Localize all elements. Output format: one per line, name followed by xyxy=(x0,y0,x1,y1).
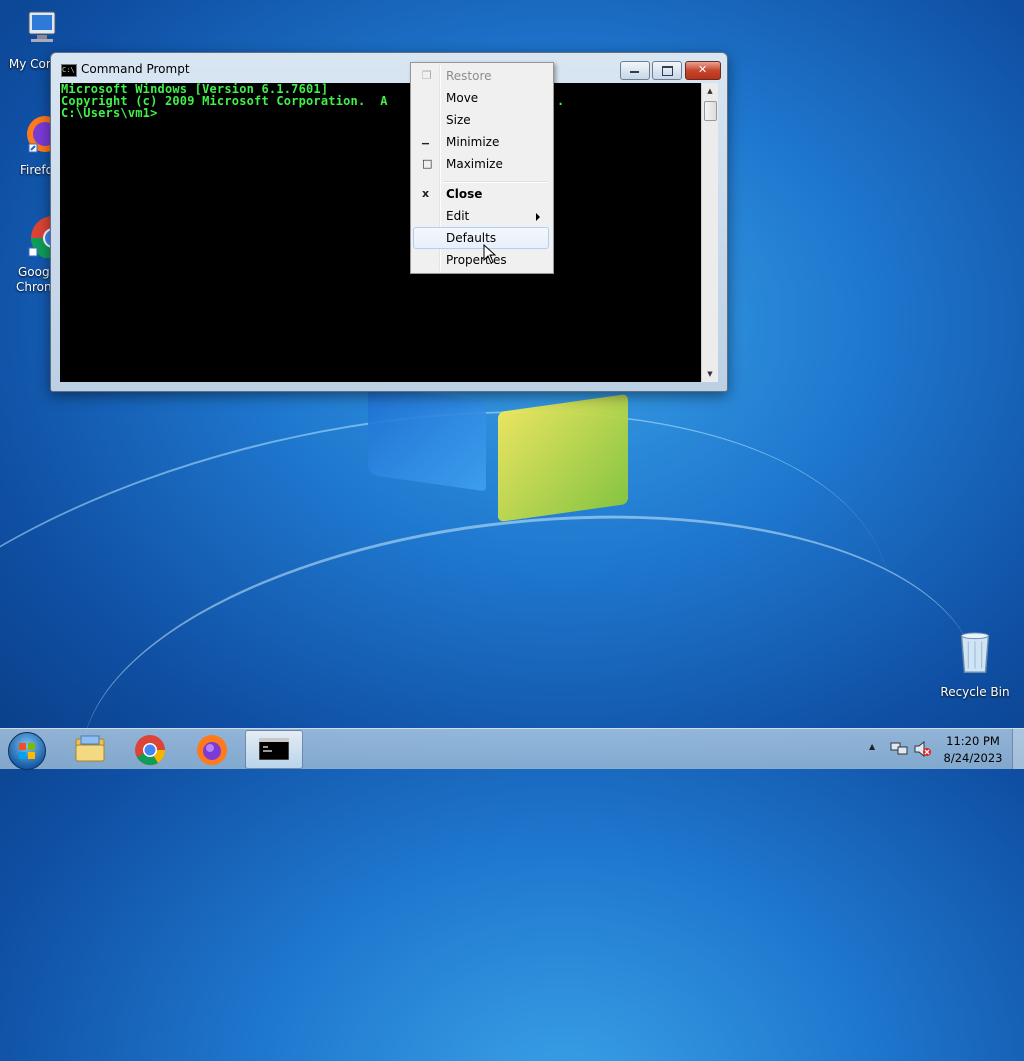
scroll-down-arrow-icon[interactable]: ▼ xyxy=(702,366,718,382)
restore-icon: ❐ xyxy=(422,69,432,82)
menu-item-label: Minimize xyxy=(446,135,500,149)
taskbar-google-chrome[interactable] xyxy=(122,730,178,767)
taskbar-windows-explorer[interactable] xyxy=(62,730,118,767)
menu-item-label: Defaults xyxy=(446,231,497,245)
menu-item-move[interactable]: Move xyxy=(413,87,549,109)
minimize-icon xyxy=(630,71,639,73)
window-title: Command Prompt xyxy=(81,62,190,76)
menu-item-label: Move xyxy=(446,91,479,105)
desktop-icon-label: Recycle Bin xyxy=(940,685,1010,699)
folder-icon xyxy=(75,735,105,762)
vertical-scrollbar[interactable]: ▲ ▼ xyxy=(701,83,718,382)
window-titlebar[interactable]: C:\ Command Prompt ✕ xyxy=(51,53,727,83)
menu-item-minimize[interactable]: ▁ Minimize xyxy=(413,131,549,153)
network-icon[interactable] xyxy=(890,741,908,757)
minimize-icon: ▁ xyxy=(422,135,429,145)
firefox-icon xyxy=(197,735,227,765)
menu-item-size[interactable]: Size xyxy=(413,109,549,131)
icon-text: C:\ xyxy=(62,66,75,74)
maximize-icon: □ xyxy=(422,157,433,170)
menu-item-label: Restore xyxy=(446,69,492,83)
taskbar-command-prompt[interactable] xyxy=(245,730,303,769)
show-hidden-icons-button[interactable]: ▲ xyxy=(869,742,875,751)
start-button[interactable] xyxy=(8,732,46,770)
console-line-tail: . xyxy=(557,94,565,108)
console-output[interactable]: Microsoft Windows [Version 6.1.7601] Cop… xyxy=(60,83,701,382)
menu-item-edit[interactable]: Edit xyxy=(413,205,549,227)
menu-item-label: Edit xyxy=(446,209,470,223)
scroll-up-arrow-icon[interactable]: ▲ xyxy=(702,83,718,99)
menu-item-properties[interactable]: Properties xyxy=(413,249,549,271)
taskbar-clock[interactable]: 11:20 PM 8/24/2023 xyxy=(940,733,1006,767)
maximize-button[interactable] xyxy=(652,61,682,80)
menu-item-label: Maximize xyxy=(446,157,503,171)
menu-item-restore[interactable]: ❐ Restore xyxy=(413,65,549,87)
volume-muted-icon[interactable] xyxy=(914,741,932,757)
menu-item-close[interactable]: x Close xyxy=(413,183,549,205)
taskbar-firefox[interactable] xyxy=(184,730,240,767)
taskbar: ▲ 11:20 PM 8/24/2023 xyxy=(0,728,1024,770)
chrome-icon xyxy=(135,735,166,766)
console-prompt: C:\Users\vm1> xyxy=(61,106,158,120)
scrollbar-thumb[interactable] xyxy=(704,101,717,121)
windows-logo-icon xyxy=(19,743,35,759)
window-system-menu: ❐ Restore Move Size ▁ Minimize □ Maximiz… xyxy=(410,62,554,274)
close-button[interactable]: ✕ xyxy=(685,61,721,80)
submenu-arrow-icon xyxy=(536,213,540,221)
computer-icon xyxy=(28,11,56,42)
mouse-pointer-icon xyxy=(483,244,497,264)
desktop-icon-recycle-bin[interactable]: Recycle Bin xyxy=(938,630,1012,700)
maximize-icon xyxy=(662,66,673,76)
clock-date: 8/24/2023 xyxy=(943,751,1003,765)
recycle-bin-icon xyxy=(960,632,990,673)
menu-item-defaults[interactable]: Defaults xyxy=(413,227,549,249)
clock-time: 11:20 PM xyxy=(946,734,1000,748)
command-prompt-icon xyxy=(259,738,289,760)
minimize-button[interactable] xyxy=(620,61,650,80)
windows-wallpaper-logo xyxy=(360,384,640,535)
close-icon: x xyxy=(422,187,430,200)
close-icon: ✕ xyxy=(698,63,708,76)
menu-item-label: Close xyxy=(446,187,483,201)
show-desktop-button[interactable] xyxy=(1012,729,1024,769)
menu-item-label: Properties xyxy=(446,253,507,267)
menu-item-maximize[interactable]: □ Maximize xyxy=(413,153,549,175)
menu-item-label: Size xyxy=(446,113,471,127)
command-prompt-window[interactable]: C:\ Command Prompt ✕ Microsoft Windows [… xyxy=(50,52,728,392)
command-prompt-icon[interactable]: C:\ xyxy=(61,64,77,77)
